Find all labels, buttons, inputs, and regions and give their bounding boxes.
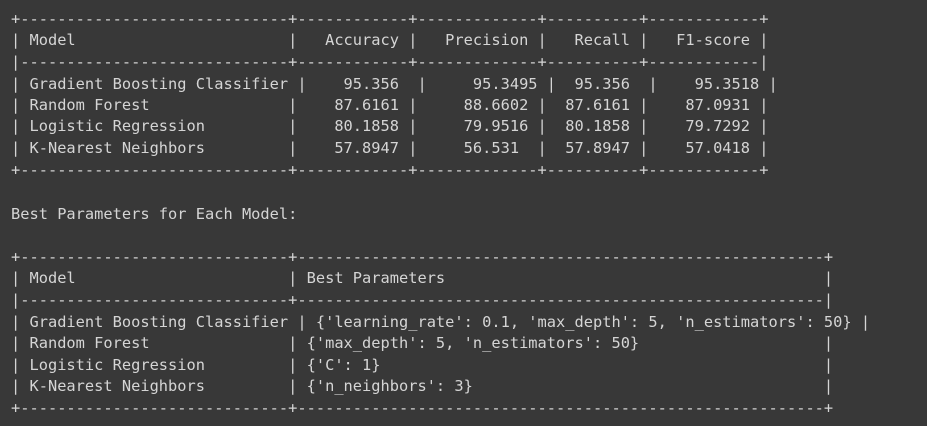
params-row: | K-Nearest Neighbors | {'n_neighbors': … <box>11 377 834 395</box>
metrics-header-divider: |-----------------------------+---------… <box>11 53 769 71</box>
metrics-border-bottom: +-----------------------------+---------… <box>11 161 769 179</box>
params-border-top: +-----------------------------+---------… <box>11 248 834 266</box>
metrics-row: | Random Forest | 87.6161 | 88.6602 | 87… <box>11 96 769 114</box>
params-row: | Gradient Boosting Classifier | {'learn… <box>11 313 871 331</box>
params-heading: Best Parameters for Each Model: <box>11 205 298 223</box>
metrics-row: | Logistic Regression | 80.1858 | 79.951… <box>11 117 769 135</box>
metrics-row: | Gradient Boosting Classifier | 95.356 … <box>11 75 778 93</box>
metrics-border-top: +-----------------------------+---------… <box>11 10 769 28</box>
metrics-header-row: | Model | Accuracy | Precision | Recall … <box>11 31 769 49</box>
params-row: | Random Forest | {'max_depth': 5, 'n_es… <box>11 334 834 352</box>
params-border-bottom: +-----------------------------+---------… <box>11 399 834 417</box>
metrics-row: | K-Nearest Neighbors | 57.8947 | 56.531… <box>11 139 769 157</box>
terminal-output: +-----------------------------+---------… <box>0 0 927 426</box>
params-header-row: | Model | Best Parameters | <box>11 269 834 287</box>
params-row: | Logistic Regression | {'C': 1} | <box>11 356 834 374</box>
params-header-divider: |-----------------------------+---------… <box>11 291 834 309</box>
